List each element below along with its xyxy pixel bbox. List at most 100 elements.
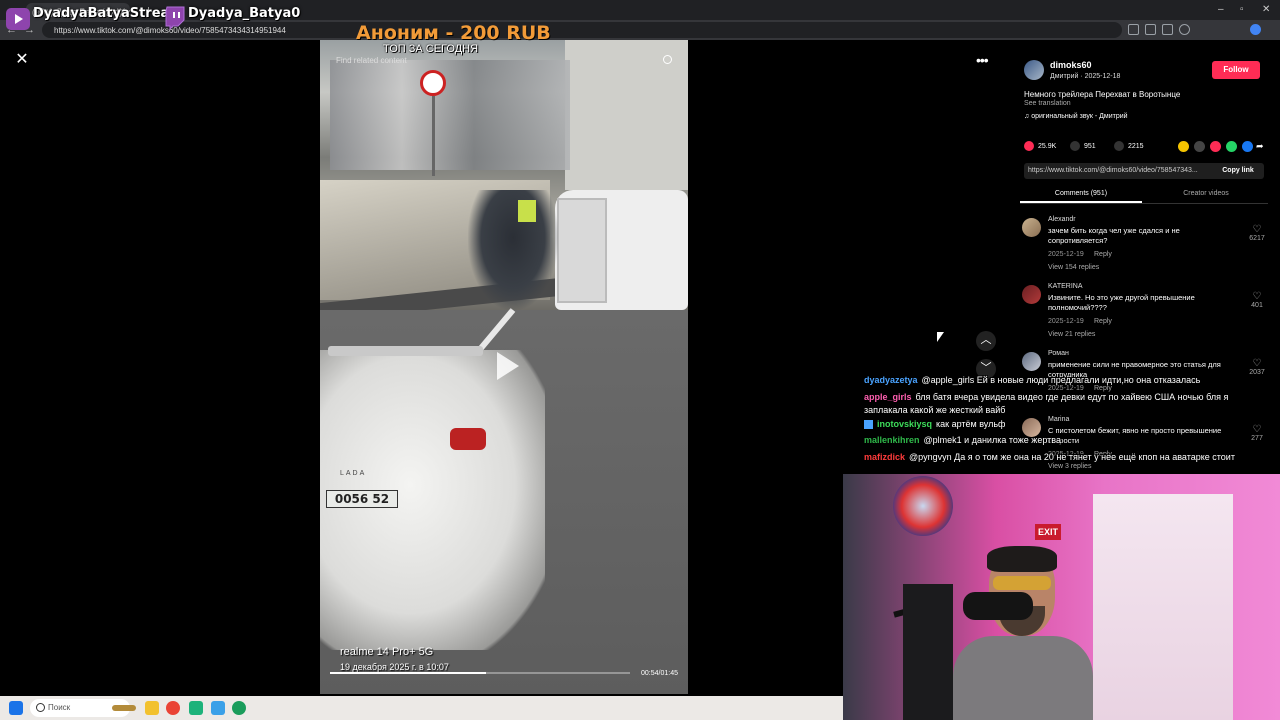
tab-comments[interactable]: Comments (951) bbox=[1020, 190, 1142, 203]
heart-outline-icon: ♡ bbox=[1252, 424, 1262, 435]
comment-text: Извините. Но это уже другой превышение п… bbox=[1048, 293, 1195, 312]
webcam-microphone bbox=[963, 592, 1033, 620]
webcam-exit-sign: EXIT bbox=[1035, 524, 1061, 540]
commenter-avatar[interactable] bbox=[1022, 285, 1041, 304]
reply-button[interactable]: Reply bbox=[1094, 318, 1112, 325]
comment-item: KATERINA Извините. Но это уже другой пре… bbox=[1020, 283, 1268, 343]
find-related-search[interactable]: Find related content bbox=[328, 52, 680, 70]
comment-like-count: 277 bbox=[1251, 435, 1263, 442]
facebook-icon[interactable] bbox=[1242, 141, 1253, 152]
video-watermark-date: 19 декабря 2025 г. в 10:07 bbox=[340, 662, 449, 672]
commenter-name[interactable]: Alexandr bbox=[1048, 216, 1076, 223]
comment-like[interactable]: ♡ 401 bbox=[1246, 291, 1268, 309]
chat-text: @apple_girls Ей в новые люди предлагали … bbox=[921, 375, 1201, 385]
view-replies-link[interactable]: View 154 replies bbox=[1048, 264, 1099, 271]
mouse-cursor-icon bbox=[937, 332, 944, 342]
comment-stat[interactable]: 951 bbox=[1070, 141, 1096, 151]
bookmark-icon[interactable] bbox=[1145, 24, 1156, 35]
panel-tabs: Comments (951) Creator videos bbox=[1020, 186, 1268, 204]
stream-brand-left: DyadyaBatyaStream bbox=[33, 6, 183, 21]
video-watermark-device: realme 14 Pro+ 5G bbox=[340, 646, 434, 658]
follow-button[interactable]: Follow bbox=[1212, 61, 1260, 79]
bookmark-icon bbox=[1114, 141, 1124, 151]
view-replies-link[interactable]: View 21 replies bbox=[1048, 331, 1095, 338]
like-count: 25.9K bbox=[1038, 142, 1057, 150]
comment-like[interactable]: ♡ 2037 bbox=[1246, 358, 1268, 376]
find-related-placeholder: Find related content bbox=[336, 56, 407, 65]
reply-button[interactable]: Reply bbox=[1094, 251, 1112, 258]
chat-username: dyadyazetya bbox=[864, 375, 918, 385]
play-icon[interactable] bbox=[497, 352, 519, 380]
sound-link[interactable]: ♫ оригинальный звук - Дмитрий bbox=[1024, 113, 1128, 120]
app-icon[interactable] bbox=[232, 701, 246, 715]
video-scene-plate: 0056 52 bbox=[326, 490, 398, 508]
commenter-name[interactable]: Роман bbox=[1048, 350, 1069, 357]
chat-text: бля батя вчера увидела видео где девки е… bbox=[864, 392, 1229, 415]
top-today-label: ТОП ЗА СЕГОДНЯ bbox=[383, 43, 479, 55]
app-icon[interactable] bbox=[189, 701, 203, 715]
close-window-icon[interactable]: ✕ bbox=[1262, 4, 1270, 15]
chat-text: @plmek1 и данилка тоже жертва bbox=[923, 435, 1061, 445]
more-options-icon[interactable]: ••• bbox=[976, 52, 989, 68]
windows-start-icon[interactable] bbox=[9, 701, 23, 715]
previous-video-icon[interactable]: ︿ bbox=[976, 331, 996, 351]
like-stat[interactable]: 25.9K bbox=[1024, 141, 1056, 151]
video-time: 00:54/01:45 bbox=[641, 670, 678, 677]
see-translation-link[interactable]: See translation bbox=[1024, 100, 1071, 107]
assistant-icon[interactable] bbox=[1250, 24, 1261, 35]
share-icon[interactable]: ➦ bbox=[1256, 141, 1267, 152]
coin-icon[interactable] bbox=[1178, 141, 1189, 152]
file-explorer-icon[interactable] bbox=[145, 701, 159, 715]
stream-brand-right: Dyadya_Batya0 bbox=[188, 6, 301, 21]
sidebar-icon[interactable] bbox=[1162, 24, 1173, 35]
comment-like[interactable]: ♡ 277 bbox=[1246, 424, 1268, 442]
webcam-streamer bbox=[953, 546, 1093, 720]
chat-username: mafizdick bbox=[864, 452, 906, 462]
commenter-avatar[interactable] bbox=[1022, 352, 1041, 371]
commenter-name[interactable]: Marina bbox=[1048, 416, 1069, 423]
video-scene-road-sign bbox=[420, 70, 446, 96]
twitch-glitch-icon bbox=[165, 6, 185, 30]
send-icon[interactable] bbox=[1210, 141, 1221, 152]
extensions-icon[interactable] bbox=[1128, 24, 1139, 35]
close-video-button[interactable]: ✕ bbox=[12, 50, 32, 70]
comment-like[interactable]: ♡ 6217 bbox=[1246, 224, 1268, 242]
maximize-icon[interactable]: ▫ bbox=[1240, 4, 1244, 15]
chat-username: mallenkihren bbox=[864, 435, 920, 445]
sound-name: оригинальный звук - Дмитрий bbox=[1031, 113, 1128, 120]
video-scene-car-brand: LADA bbox=[340, 470, 367, 477]
chat-text: как артём вульф bbox=[936, 419, 1006, 429]
video-scene-lightbar bbox=[328, 346, 483, 356]
save-stat[interactable]: 2215 bbox=[1114, 141, 1144, 151]
search-icon[interactable] bbox=[663, 55, 672, 64]
video-description: Немного трейлера Перехват в Воротынце bbox=[1024, 90, 1181, 99]
webcam-streamer-glasses bbox=[993, 576, 1051, 590]
tab-creator-videos[interactable]: Creator videos bbox=[1144, 190, 1268, 197]
heart-outline-icon: ♡ bbox=[1252, 358, 1262, 369]
chat-message: mafizdick @pyngvyn Да я о том же она на 2… bbox=[864, 452, 1235, 462]
author-username[interactable]: dimoks60 bbox=[1050, 60, 1092, 70]
chat-message: dyadyazetya @apple_girls Ей в новые люди … bbox=[864, 375, 1200, 385]
embed-icon[interactable] bbox=[1194, 141, 1205, 152]
view-replies-link[interactable]: View 3 replies bbox=[1048, 463, 1091, 470]
whatsapp-icon[interactable] bbox=[1226, 141, 1237, 152]
url-field[interactable]: https://www.tiktok.com/@dimoks60/video/7… bbox=[42, 22, 1122, 38]
comment-text: С пистолетом бежит, явно не просто превы… bbox=[1048, 426, 1222, 445]
profile-icon[interactable] bbox=[1179, 24, 1190, 35]
minimize-icon[interactable]: – bbox=[1218, 4, 1224, 15]
video-scene-vest bbox=[518, 200, 536, 222]
video-scene-taillight bbox=[450, 428, 486, 450]
video-progress-bar[interactable] bbox=[330, 672, 630, 674]
chat-username: inotovskiysq bbox=[877, 419, 933, 429]
streamer-webcam: EXIT bbox=[843, 474, 1280, 720]
screen: (99+) Дядя Батя (@dyadya_batya0... ✕ + –… bbox=[0, 0, 1280, 720]
chrome-icon[interactable] bbox=[166, 701, 180, 715]
browser-addressbar: ← → https://www.tiktok.com/@dimoks60/vid… bbox=[0, 20, 1280, 40]
copy-link-button[interactable]: Copy link bbox=[1212, 163, 1264, 179]
app-icon[interactable] bbox=[211, 701, 225, 715]
author-avatar[interactable] bbox=[1024, 60, 1044, 80]
taskbar-widget-icon[interactable] bbox=[112, 705, 136, 711]
windows-taskbar: Поиск bbox=[0, 696, 843, 720]
commenter-avatar[interactable] bbox=[1022, 218, 1041, 237]
commenter-name[interactable]: KATERINA bbox=[1048, 283, 1083, 290]
